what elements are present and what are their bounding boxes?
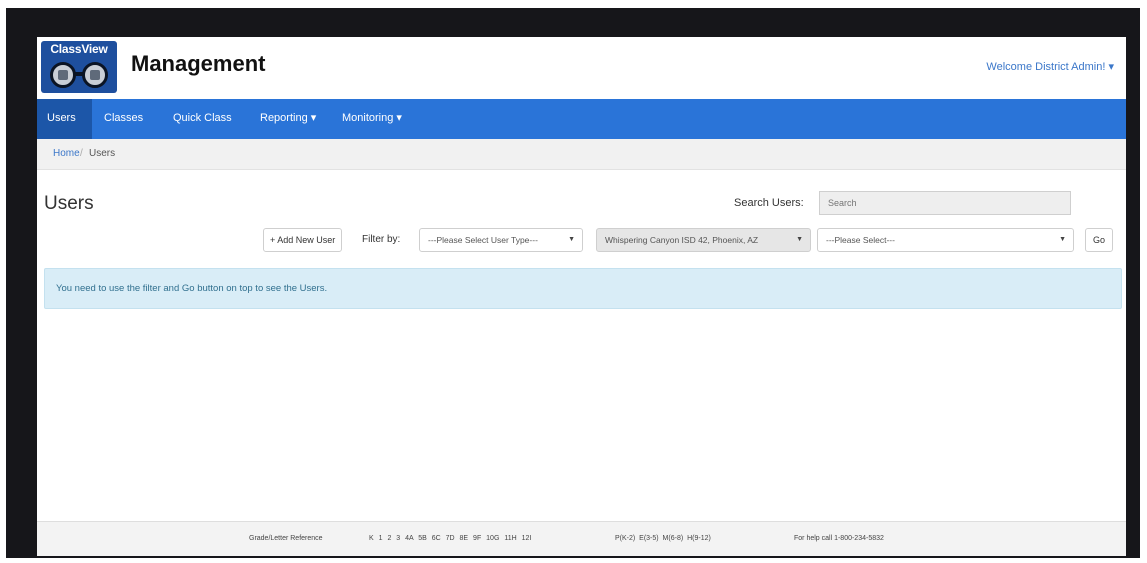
caret-down-icon: ▼ [796,236,803,243]
footer: Grade/Letter Reference K 1 2 3 4A 5B 6C … [37,521,1126,556]
nav-users[interactable]: Users [37,99,92,139]
filter-label: Filter by: [362,234,401,245]
logo-text: ClassView [50,42,108,56]
search-input[interactable] [819,191,1071,215]
district-select[interactable]: Whispering Canyon ISD 42, Phoenix, AZ ▼ [596,228,811,252]
logo-glyph [58,70,68,80]
footer-grades: K 1 2 3 4A 5B 6C 7D 8E 9F 10G 11H 12I [369,535,532,542]
nav-monitoring[interactable]: Monitoring ▾ [332,99,412,139]
page-title: Users [44,193,94,214]
nav-reporting[interactable]: Reporting ▾ [250,99,326,139]
user-type-select-value: ---Please Select User Type--- [428,235,538,245]
user-menu[interactable]: Welcome District Admin! ▾ [986,60,1114,73]
nav-quick-class[interactable]: Quick Class [163,99,242,139]
app-page: ClassView Management Welcome District Ad… [37,37,1126,556]
window-frame: ClassView Management Welcome District Ad… [6,8,1140,558]
app-title: Management [131,51,266,76]
district-select-value: Whispering Canyon ISD 42, Phoenix, AZ [605,235,759,245]
breadcrumb: Home / Users [37,139,1126,170]
search-label: Search Users: [734,197,804,209]
logo-lens-right [82,62,108,88]
secondary-select-value: ---Please Select--- [826,235,895,245]
footer-reference-label: Grade/Letter Reference [249,535,323,542]
main-nav: Users Classes Quick Class Reporting ▾ Mo… [37,99,1126,139]
user-type-select[interactable]: ---Please Select User Type--- ▼ [419,228,583,252]
breadcrumb-home[interactable]: Home [53,139,80,169]
secondary-select[interactable]: ---Please Select--- ▼ [817,228,1074,252]
header: ClassView Management Welcome District Ad… [37,37,1126,99]
breadcrumb-current: Users [89,148,116,159]
info-message: You need to use the filter and Go button… [44,268,1122,309]
breadcrumb-separator: / [80,148,83,159]
caret-down-icon: ▼ [1059,236,1066,243]
go-button[interactable]: Go [1085,228,1113,252]
nav-classes[interactable]: Classes [94,99,153,139]
footer-ranges: P(K-2) E(3-5) M(6-8) H(9-12) [615,535,711,542]
caret-down-icon: ▼ [568,236,575,243]
add-user-button[interactable]: + Add New User [263,228,343,252]
logo-lens-left [50,62,76,88]
classview-logo-icon[interactable]: ClassView [41,41,117,93]
logo-glyph [90,70,100,80]
footer-help: For help call 1-800-234-5832 [794,535,884,542]
